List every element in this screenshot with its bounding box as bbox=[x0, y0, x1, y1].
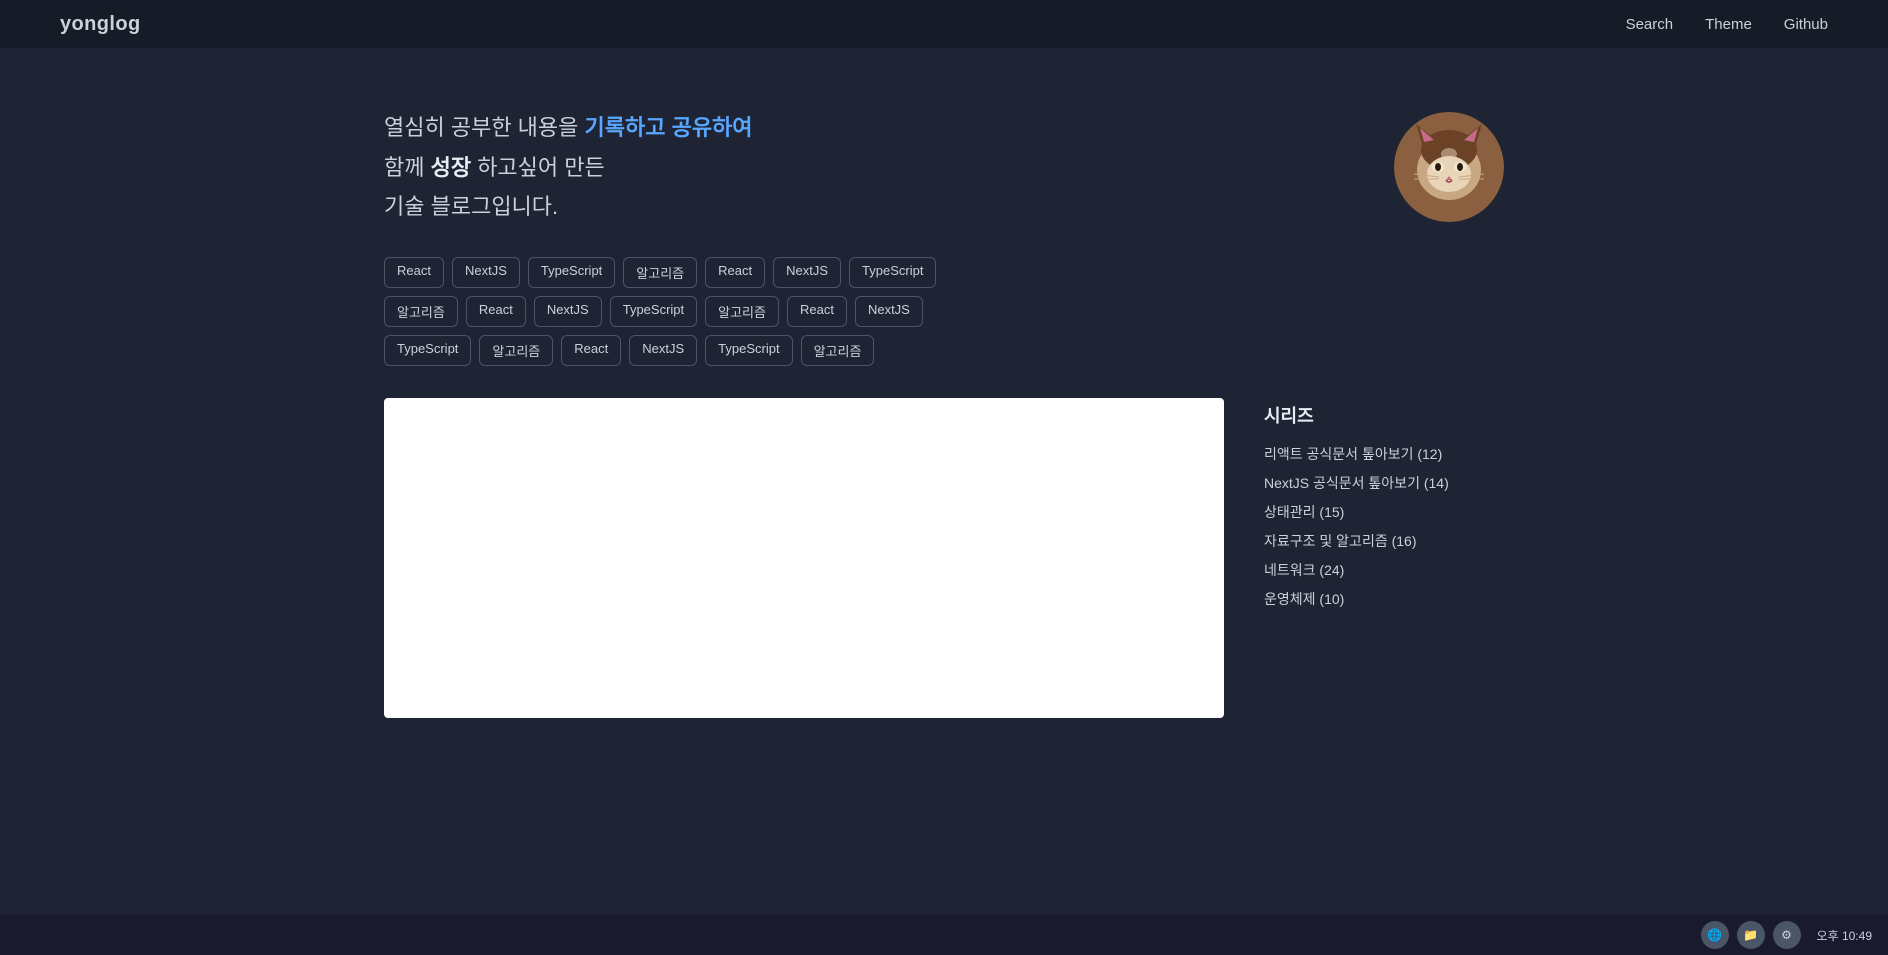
tag-react-4[interactable]: React bbox=[787, 296, 847, 327]
tag-react-5[interactable]: React bbox=[561, 335, 621, 366]
tag-algo-1[interactable]: 알고리즘 bbox=[623, 257, 697, 288]
series-item-5[interactable]: 네트워크 (24) bbox=[1264, 560, 1504, 581]
tag-nextjs-1[interactable]: NextJS bbox=[452, 257, 520, 288]
tag-algo-4[interactable]: 알고리즘 bbox=[479, 335, 553, 366]
nav-github[interactable]: Github bbox=[1784, 16, 1828, 33]
tag-typescript-3[interactable]: TypeScript bbox=[610, 296, 697, 327]
avatar bbox=[1394, 112, 1504, 222]
tag-typescript-1[interactable]: TypeScript bbox=[528, 257, 615, 288]
header: yonglog Search Theme Github bbox=[0, 0, 1888, 48]
hero-text-line3: 기술 블로그입니다. bbox=[384, 194, 558, 219]
hero-text-bold: 성장 bbox=[431, 155, 471, 180]
tags-container: React NextJS TypeScript 알고리즘 React NextJ… bbox=[384, 257, 984, 366]
series-item-6[interactable]: 운영체제 (10) bbox=[1264, 589, 1504, 610]
series-item-2[interactable]: NextJS 공식문서 톺아보기 (14) bbox=[1264, 473, 1504, 494]
avatar-image bbox=[1394, 112, 1504, 222]
tag-typescript-4[interactable]: TypeScript bbox=[384, 335, 471, 366]
tag-nextjs-4[interactable]: NextJS bbox=[855, 296, 923, 327]
sidebar-title: 시리즈 bbox=[1264, 402, 1504, 428]
taskbar: 🌐 📁 ⚙ 오후 10:49 bbox=[0, 915, 1888, 955]
tag-algo-2[interactable]: 알고리즘 bbox=[384, 296, 458, 327]
tag-algo-3[interactable]: 알고리즘 bbox=[705, 296, 779, 327]
main-content: 시리즈 리액트 공식문서 톺아보기 (12) NextJS 공식문서 톺아보기 … bbox=[0, 398, 1888, 718]
tag-typescript-5[interactable]: TypeScript bbox=[705, 335, 792, 366]
tag-nextjs-3[interactable]: NextJS bbox=[534, 296, 602, 327]
hero-text-highlight1: 기록하고 공유하여 bbox=[585, 115, 753, 140]
series-item-1[interactable]: 리액트 공식문서 톺아보기 (12) bbox=[1264, 444, 1504, 465]
nav: Search Theme Github bbox=[1626, 16, 1828, 33]
hero-line2: 함께 성장 하고싶어 만든 bbox=[384, 148, 753, 188]
tag-typescript-2[interactable]: TypeScript bbox=[849, 257, 936, 288]
nav-theme[interactable]: Theme bbox=[1705, 16, 1752, 33]
hero-line1: 열심히 공부한 내용을 기록하고 공유하여 bbox=[384, 108, 753, 148]
taskbar-icon-3[interactable]: ⚙ bbox=[1773, 921, 1801, 949]
taskbar-icon-1[interactable]: 🌐 bbox=[1701, 921, 1729, 949]
series-list: 리액트 공식문서 톺아보기 (12) NextJS 공식문서 톺아보기 (14)… bbox=[1264, 444, 1504, 610]
hero-text-normal3: 하고싶어 만든 bbox=[471, 155, 605, 180]
post-card bbox=[384, 398, 1224, 718]
taskbar-icon-2[interactable]: 📁 bbox=[1737, 921, 1765, 949]
tag-react-2[interactable]: React bbox=[705, 257, 765, 288]
tag-react-3[interactable]: React bbox=[466, 296, 526, 327]
sidebar: 시리즈 리액트 공식문서 톺아보기 (12) NextJS 공식문서 톺아보기 … bbox=[1264, 398, 1504, 718]
tag-nextjs-5[interactable]: NextJS bbox=[629, 335, 697, 366]
series-item-4[interactable]: 자료구조 및 알고리즘 (16) bbox=[1264, 531, 1504, 552]
taskbar-icons: 🌐 📁 ⚙ bbox=[1701, 921, 1801, 949]
posts-area bbox=[384, 398, 1224, 718]
nav-search[interactable]: Search bbox=[1626, 16, 1674, 33]
hero-line3: 기술 블로그입니다. bbox=[384, 187, 753, 227]
hero-text-normal1: 열심히 공부한 내용을 bbox=[384, 115, 585, 140]
tag-algo-5[interactable]: 알고리즘 bbox=[801, 335, 875, 366]
logo[interactable]: yonglog bbox=[60, 13, 141, 36]
hero-text: 열심히 공부한 내용을 기록하고 공유하여 함께 성장 하고싶어 만든 기술 블… bbox=[384, 108, 753, 227]
series-item-3[interactable]: 상태관리 (15) bbox=[1264, 502, 1504, 523]
taskbar-time: 오후 10:49 bbox=[1817, 927, 1872, 944]
tag-nextjs-2[interactable]: NextJS bbox=[773, 257, 841, 288]
tag-react-1[interactable]: React bbox=[384, 257, 444, 288]
tags-section: React NextJS TypeScript 알고리즘 React NextJ… bbox=[0, 257, 1888, 398]
hero-text-normal2: 함께 bbox=[384, 155, 431, 180]
hero-section: 열심히 공부한 내용을 기록하고 공유하여 함께 성장 하고싶어 만든 기술 블… bbox=[0, 48, 1888, 257]
